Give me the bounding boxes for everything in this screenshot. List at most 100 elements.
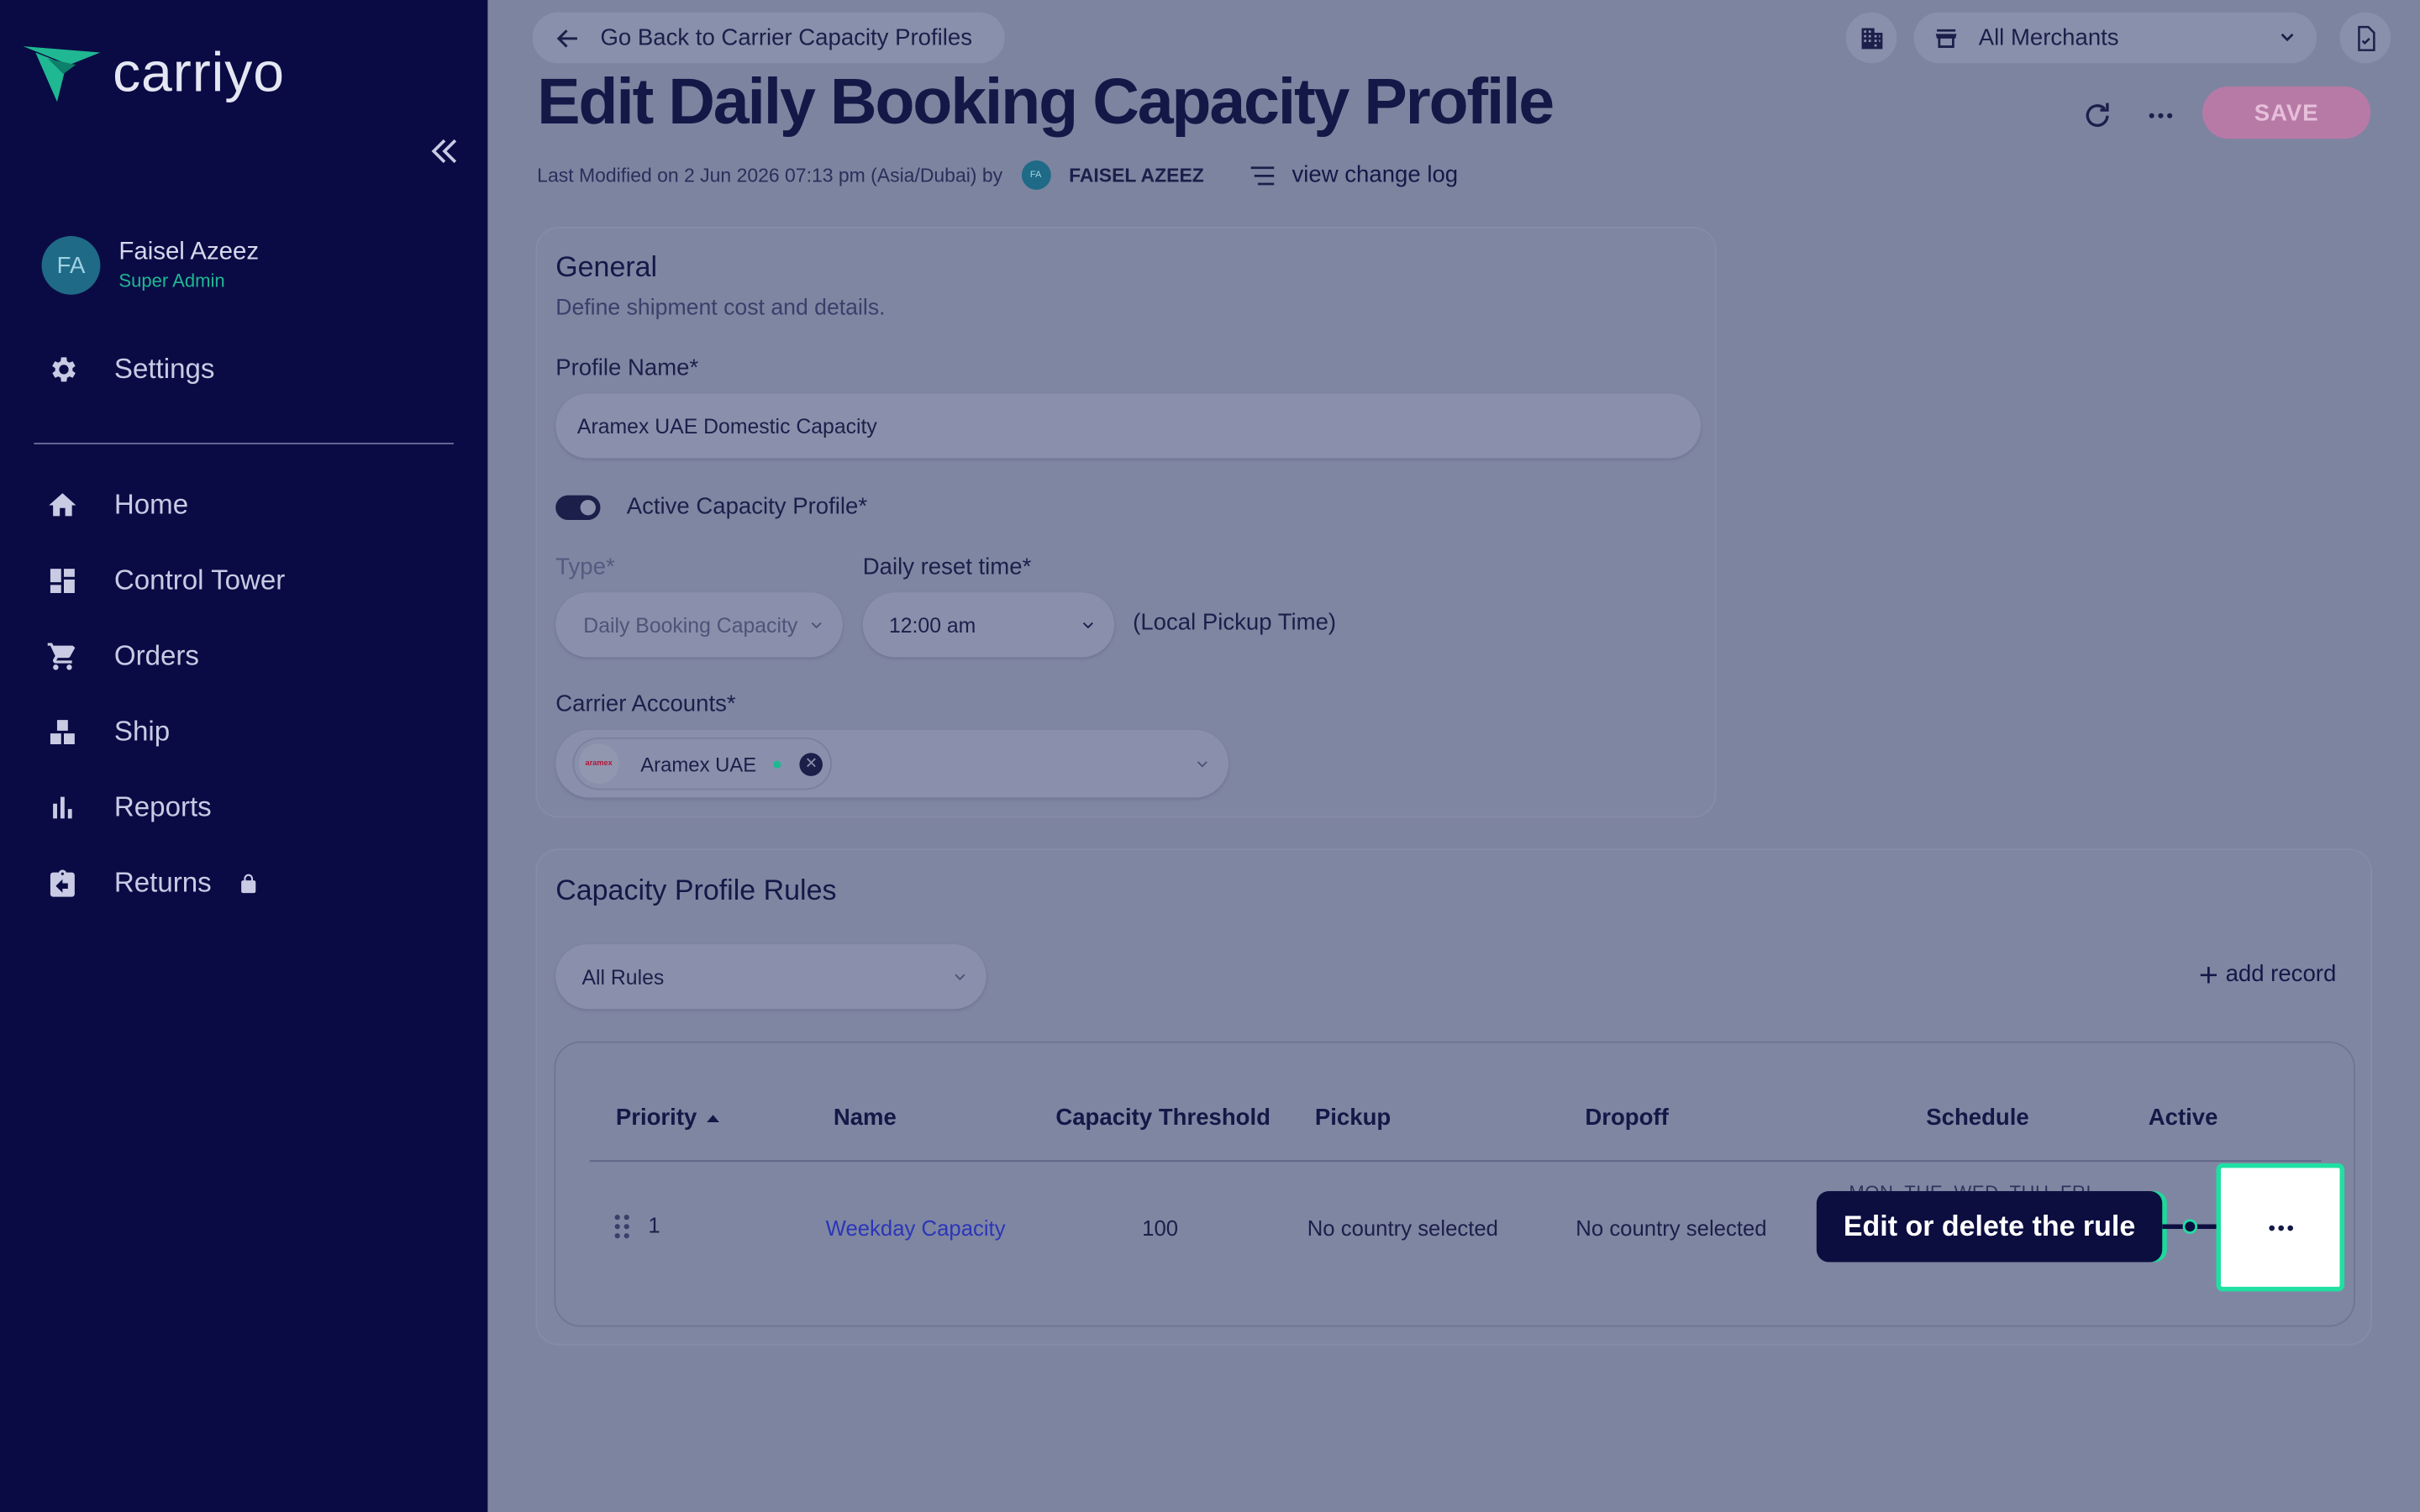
plus-icon [2200,966,2217,983]
sidebar-item-label: Ship [113,716,171,747]
save-button[interactable]: SAVE [2202,86,2371,139]
refresh-icon[interactable] [2081,99,2114,133]
avatar: FA [1021,160,1051,190]
merchant-select-value: All Merchants [1978,24,2119,51]
cell-priority: 1 [648,1212,660,1238]
onboarding-tooltip: Edit or delete the rule [1816,1190,2163,1263]
chevron-down-icon [1082,622,1093,629]
status-dot [773,759,781,768]
document-button[interactable] [2339,12,2391,64]
building-icon [1860,27,1882,49]
user-role: Super Admin [118,270,225,292]
organization-button[interactable] [1845,12,1897,64]
sidebar-item-label: Reports [113,791,212,822]
cart-icon [47,643,76,670]
chevron-down-icon [1197,761,1207,768]
type-select-value: Daily Booking Capacity [583,613,798,637]
sidebar: carriyo FA Faisel Azeez Super Admin Sett… [0,0,488,1512]
add-record-label: add record [2225,961,2337,988]
chevron-down-icon [811,622,822,629]
collapse-sidebar-icon[interactable] [426,133,463,170]
sidebar-item-returns[interactable]: Returns [46,867,260,900]
sidebar-item-reports[interactable]: Reports [46,791,212,824]
aramex-logo: aramex [578,743,619,785]
add-record-button[interactable]: add record [2198,961,2337,988]
tooltip-connector [2162,1219,2218,1234]
modified-by: FAISEL AZEEZ [1069,164,1204,186]
column-header-priority[interactable]: Priority [615,1105,719,1131]
user-name: Faisel Azeez [118,239,260,265]
back-label: Go Back to Carrier Capacity Profiles [600,24,972,51]
profile-name-value: Aramex UAE Domestic Capacity [576,414,877,438]
local-pickup-note: (Local Pickup Time) [1133,609,1337,636]
column-header-name: Name [833,1105,897,1131]
cell-pickup: No country selected [1307,1215,1498,1241]
cell-threshold: 100 [1142,1215,1179,1241]
rules-filter-value: All Rules [581,964,665,989]
carrier-accounts-label: Carrier Accounts* [555,690,736,718]
sidebar-divider [34,443,454,444]
sidebar-item-label: Orders [113,640,199,671]
chevron-down-icon [2281,33,2294,42]
merchant-select[interactable]: All Merchants [1913,12,2317,64]
sidebar-item-label: Returns [113,867,212,898]
user-profile[interactable]: FA Faisel Azeez Super Admin [41,236,260,295]
column-header-pickup: Pickup [1314,1105,1392,1131]
type-select[interactable]: Daily Booking Capacity [555,592,843,658]
main-content: Go Back to Carrier Capacity Profiles All… [487,0,2420,1512]
general-card: General Define shipment cost and details… [537,228,1715,816]
daily-reset-select[interactable]: 12:00 am [862,592,1115,658]
active-profile-toggle[interactable] [555,495,601,520]
rule-name-link[interactable]: Weekday Capacity [826,1215,1006,1240]
capacity-rules-card: Capacity Profile Rules All Rules add rec… [537,850,2371,1344]
boxes-icon [50,720,75,744]
rules-title: Capacity Profile Rules [555,873,837,906]
carrier-chip: aramex Aramex UAE ✕ [574,738,831,789]
returns-icon [50,869,75,897]
store-icon [1935,28,1957,48]
list-icon [1250,165,1275,185]
remove-chip-icon[interactable]: ✕ [799,752,823,775]
daily-reset-label: Daily reset time* [862,554,1032,580]
carriyo-logo[interactable]: carriyo [23,39,285,105]
cell-dropoff: No country selected [1576,1215,1767,1241]
sidebar-item-label: Home [113,489,189,520]
profile-name-input[interactable]: Aramex UAE Domestic Capacity [555,393,1702,459]
column-header-label: Priority [615,1105,697,1131]
gear-icon [52,357,76,382]
last-modified-text: Last Modified on 2 Jun 2026 07:13 pm (As… [537,164,1003,186]
carriyo-bird-icon [23,46,101,102]
sidebar-item-home[interactable]: Home [46,489,188,522]
sidebar-item-label: Control Tower [113,564,286,596]
sort-asc-icon [706,1114,719,1122]
type-label: Type* [555,554,615,580]
sidebar-item-settings[interactable]: Settings [46,354,214,386]
brand-name: carriyo [113,39,285,104]
more-options-icon[interactable] [2145,99,2176,133]
profile-name-label: Profile Name* [555,354,699,381]
tooltip-text: Edit or delete the rule [1843,1209,2136,1242]
lock-icon [241,873,256,893]
sidebar-item-control-tower[interactable]: Control Tower [46,564,285,597]
general-title: General [555,249,658,283]
column-header-active: Active [2148,1105,2218,1131]
carrier-accounts-select[interactable]: aramex Aramex UAE ✕ [555,729,1229,798]
view-change-log-link[interactable]: view change log [1249,162,1458,188]
carrier-chip-label: Aramex UAE [640,752,757,775]
active-profile-label: Active Capacity Profile* [626,493,868,520]
sidebar-item-ship[interactable]: Ship [46,716,170,748]
table-header-divider [589,1160,2322,1163]
row-actions-button[interactable] [2216,1163,2344,1292]
rules-filter-select[interactable]: All Rules [555,944,986,1010]
daily-reset-value: 12:00 am [888,613,976,637]
document-check-icon [2357,24,2375,51]
dashboard-icon [50,569,75,593]
general-subtitle: Define shipment cost and details. [555,296,886,322]
sidebar-item-orders[interactable]: Orders [46,640,199,673]
drag-handle-icon[interactable] [613,1213,631,1241]
back-button[interactable]: Go Back to Carrier Capacity Profiles [532,12,1005,64]
arrow-left-icon [556,29,577,47]
avatar: FA [41,236,101,295]
page-title: Edit Daily Booking Capacity Profile [537,65,1555,138]
more-options-icon [2268,1224,2293,1231]
